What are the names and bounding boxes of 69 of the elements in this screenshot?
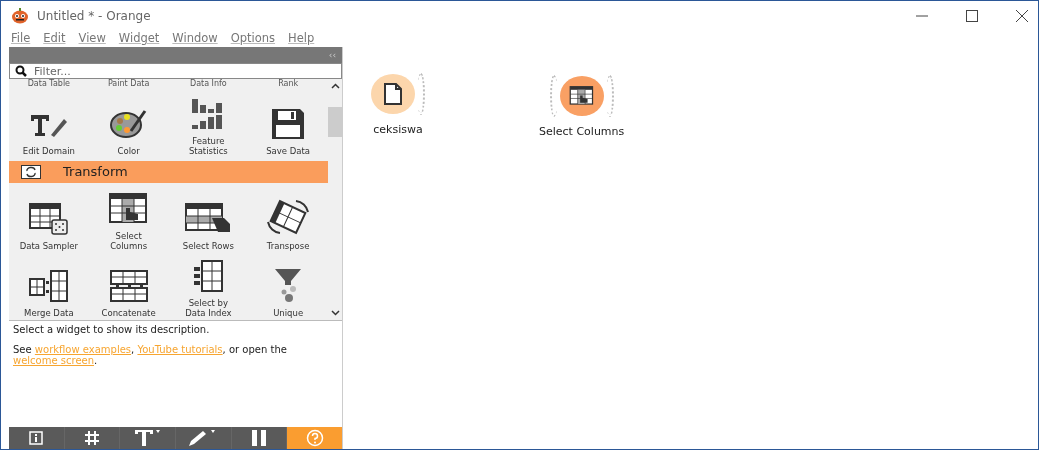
widget-button[interactable]: Unique: [248, 252, 328, 320]
widget-label: Select Columns: [109, 230, 149, 251]
widget-label: Transpose: [266, 240, 310, 251]
toolbar-button[interactable]: [9, 427, 64, 449]
menu-item[interactable]: Help: [288, 31, 315, 47]
widget-label: Rank: [278, 79, 299, 89]
widget-label: Data Info: [189, 79, 227, 89]
input-anchor[interactable]: [549, 75, 558, 117]
widget-button[interactable]: Select Rows: [168, 185, 249, 253]
scroll-thumb[interactable]: [328, 107, 342, 137]
menu-item[interactable]: Window: [172, 31, 218, 47]
maximize-icon[interactable]: [966, 10, 978, 22]
table-pointer-icon: [568, 85, 595, 107]
widget-button[interactable]: Merge Data: [9, 252, 89, 320]
menu-item[interactable]: Edit: [43, 31, 66, 47]
widget-label: Data Table: [27, 79, 71, 89]
toolbar-button[interactable]: [176, 427, 231, 449]
widget-label: Data Sampler: [19, 240, 79, 251]
widget-button[interactable]: Feature Statistics: [168, 91, 249, 159]
node-label: Select Columns: [539, 125, 625, 138]
window-title: Untitled * - Orange: [37, 9, 151, 23]
widget-label: Paint Data: [107, 79, 150, 89]
widget-label: Merge Data: [24, 308, 74, 318]
scroll-down-icon[interactable]: [330, 310, 340, 316]
widget-label: Edit Domain: [22, 146, 75, 157]
grid-icon: [84, 430, 100, 446]
widget-label: Unique: [273, 308, 304, 318]
widget-label: Select by Data Index: [184, 298, 233, 318]
widget-button[interactable]: Data Info: [168, 79, 249, 91]
refresh-icon: [21, 164, 41, 179]
widget-button[interactable]: Color: [88, 91, 169, 159]
widget-button[interactable]: Transpose: [248, 185, 328, 253]
widget-button[interactable]: Paint Data: [88, 79, 169, 91]
info-icon: [29, 431, 44, 445]
menu-item[interactable]: File: [11, 31, 31, 47]
menu-item[interactable]: View: [78, 31, 106, 47]
widget-label: Color: [117, 146, 140, 157]
widget-label: Feature Statistics: [187, 136, 229, 157]
toolbar-button[interactable]: [231, 427, 287, 449]
help-icon: [305, 429, 324, 447]
menu-item[interactable]: Options: [230, 31, 276, 47]
widget-button[interactable]: Concatenate: [88, 252, 169, 320]
help-text: See workflow examples, YouTube tutorials, or open the welcome screen.: [13, 344, 288, 366]
widget-button[interactable]: Edit Domain: [9, 91, 89, 159]
filter-field[interactable]: Filter...: [9, 63, 342, 79]
widget-node[interactable]: [371, 74, 415, 114]
pause-icon: [250, 430, 268, 446]
category-header[interactable]: Transform: [9, 161, 328, 183]
widget-button[interactable]: Select Columns: [88, 185, 169, 253]
widget-node[interactable]: [559, 76, 604, 116]
app-logo-icon: [11, 8, 29, 24]
widget-label: Concatenate: [101, 308, 156, 318]
file-icon: [383, 82, 403, 106]
node-label: ceksiswa: [373, 123, 423, 136]
close-icon[interactable]: [1016, 10, 1028, 22]
toolbar-button[interactable]: [64, 427, 120, 449]
widget-label: Save Data: [266, 146, 311, 157]
toolbar-button[interactable]: [120, 427, 175, 449]
category-title: Transform: [63, 164, 128, 180]
widget-button[interactable]: Save Data: [248, 91, 328, 159]
widget-button[interactable]: Rank: [248, 79, 328, 91]
widget-button[interactable]: Data Sampler: [9, 185, 89, 253]
widget-label: Select Rows: [182, 240, 234, 251]
widget-button[interactable]: Data Table: [9, 79, 89, 91]
menu-item[interactable]: Widget: [118, 31, 160, 47]
scroll-up-icon[interactable]: [330, 83, 340, 89]
description-text: Select a widget to show its description.: [13, 324, 211, 335]
text-icon: [133, 429, 162, 447]
widget-button[interactable]: Select by Data Index: [168, 252, 249, 320]
